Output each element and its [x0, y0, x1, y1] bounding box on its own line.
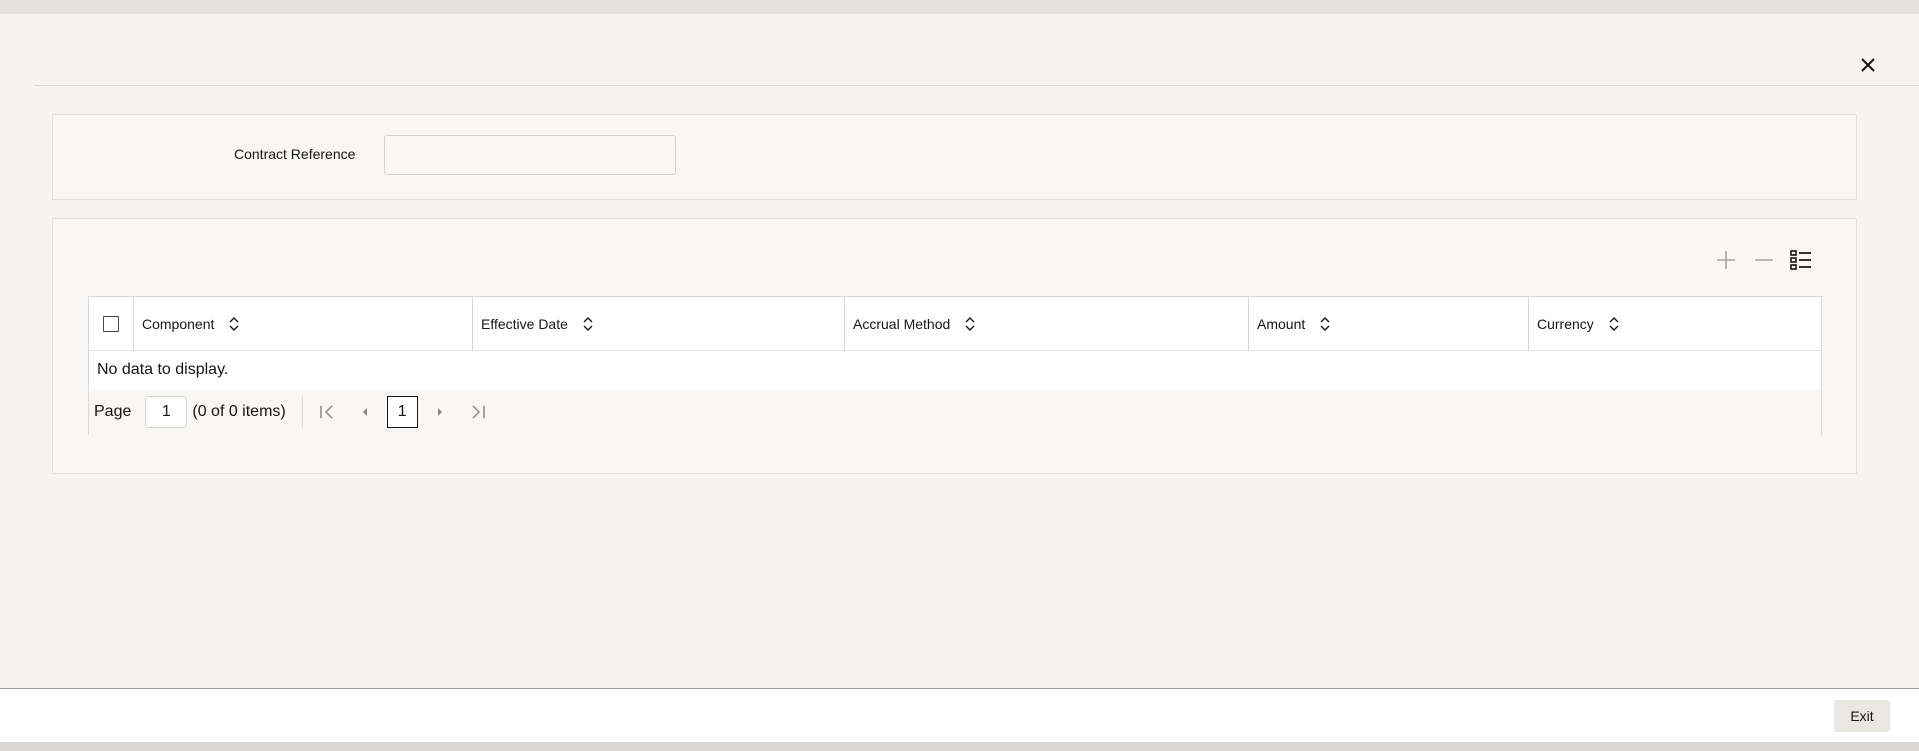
window-bottom-strip: [0, 742, 1919, 751]
close-icon: [1861, 58, 1875, 72]
minus-icon: [1755, 259, 1773, 261]
exit-button[interactable]: Exit: [1834, 700, 1890, 732]
sort-icon[interactable]: [1608, 316, 1620, 332]
first-page-button[interactable]: [317, 402, 337, 422]
contract-reference-label: Contract Reference: [234, 146, 356, 162]
column-label: Accrual Method: [853, 316, 951, 332]
last-page-icon: [472, 405, 485, 419]
previous-page-icon: [362, 408, 367, 416]
header-divider: [34, 85, 1919, 86]
close-button[interactable]: [1857, 54, 1879, 76]
current-page[interactable]: 1: [386, 396, 418, 428]
column-header-currency[interactable]: Currency: [1529, 297, 1821, 351]
column-label: Effective Date: [481, 316, 568, 332]
column-label: Component: [142, 316, 215, 332]
first-page-icon: [319, 405, 333, 419]
plus-icon: [1717, 251, 1735, 269]
page-label: Page: [94, 403, 132, 420]
delete-row-button[interactable]: [1750, 246, 1778, 274]
pager-divider: [301, 396, 303, 428]
list-view-icon: [1790, 250, 1811, 270]
pagination-bar: Page 1 (0 of 0 items) 1: [89, 389, 1821, 435]
next-page-icon: [437, 408, 442, 416]
data-table: Component Effective Date Accrual Method …: [88, 296, 1822, 435]
column-label: Currency: [1537, 316, 1594, 332]
column-header-component[interactable]: Component: [134, 297, 473, 351]
select-all-checkbox[interactable]: [103, 316, 119, 332]
sort-icon[interactable]: [228, 316, 240, 332]
sort-icon[interactable]: [582, 316, 594, 332]
next-page-button[interactable]: [430, 402, 450, 422]
page-number-input[interactable]: 1: [145, 396, 188, 428]
column-label: Amount: [1257, 316, 1306, 332]
column-view-button[interactable]: [1787, 246, 1815, 274]
column-header-effective-date[interactable]: Effective Date: [473, 297, 845, 351]
sort-icon[interactable]: [1319, 316, 1331, 332]
contract-reference-input[interactable]: [384, 135, 676, 175]
last-page-button[interactable]: [468, 402, 488, 422]
item-count: (0 of 0 items): [192, 403, 286, 420]
window-top-strip: [0, 0, 1919, 14]
sort-icon[interactable]: [964, 316, 976, 332]
previous-page-button[interactable]: [355, 402, 375, 422]
table-header: Component Effective Date Accrual Method …: [89, 297, 1821, 351]
empty-message: No data to display.: [97, 361, 229, 378]
column-header-amount[interactable]: Amount: [1249, 297, 1529, 351]
dialog-footer: Exit: [0, 688, 1919, 742]
add-row-button[interactable]: [1712, 246, 1740, 274]
select-all-cell: [89, 297, 134, 351]
column-header-accrual-method[interactable]: Accrual Method: [845, 297, 1249, 351]
